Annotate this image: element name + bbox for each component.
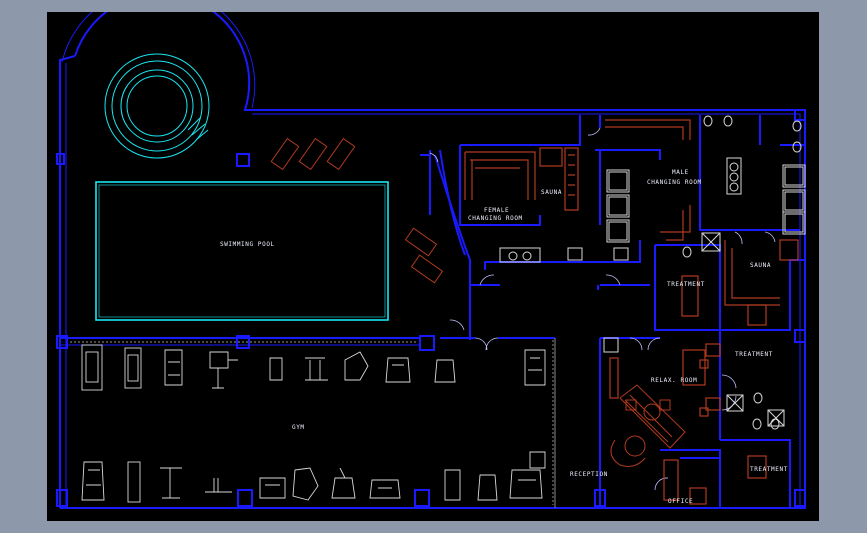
label-sauna-male: SAUNA [750, 262, 771, 269]
relax-lounge [610, 384, 686, 467]
label-female: FEMALE [484, 207, 509, 214]
loungers [270, 137, 444, 284]
outer-walls [56, 12, 806, 509]
label-sauna-female: SAUNA [541, 189, 562, 196]
sauna-benches [464, 119, 799, 505]
label-treatment-3: TREATMENT [750, 466, 788, 473]
label-relax-room: RELAX. ROOM [651, 377, 697, 384]
jacuzzi [104, 53, 210, 159]
gym-equipment [70, 340, 554, 505]
label-office: OFFICE [668, 498, 693, 505]
label-reception: RECEPTION [570, 471, 608, 478]
label-male-changing-room: CHANGING ROOM [647, 179, 702, 186]
cad-drawing-canvas: SWIMMING POOL GYM FEMALE CHANGING ROOM S… [47, 12, 819, 521]
label-treatment-1: TREATMENT [667, 281, 705, 288]
label-gym: GYM [292, 424, 305, 431]
label-female-changing-room: CHANGING ROOM [468, 215, 523, 222]
doors [429, 127, 776, 491]
swimming-pool [95, 181, 389, 321]
label-treatment-2: TREATMENT [735, 351, 773, 358]
label-swimming-pool: SWIMMING POOL [220, 241, 275, 248]
label-male: MALE [672, 169, 689, 176]
floor-plan: SWIMMING POOL GYM FEMALE CHANGING ROOM S… [56, 12, 806, 509]
